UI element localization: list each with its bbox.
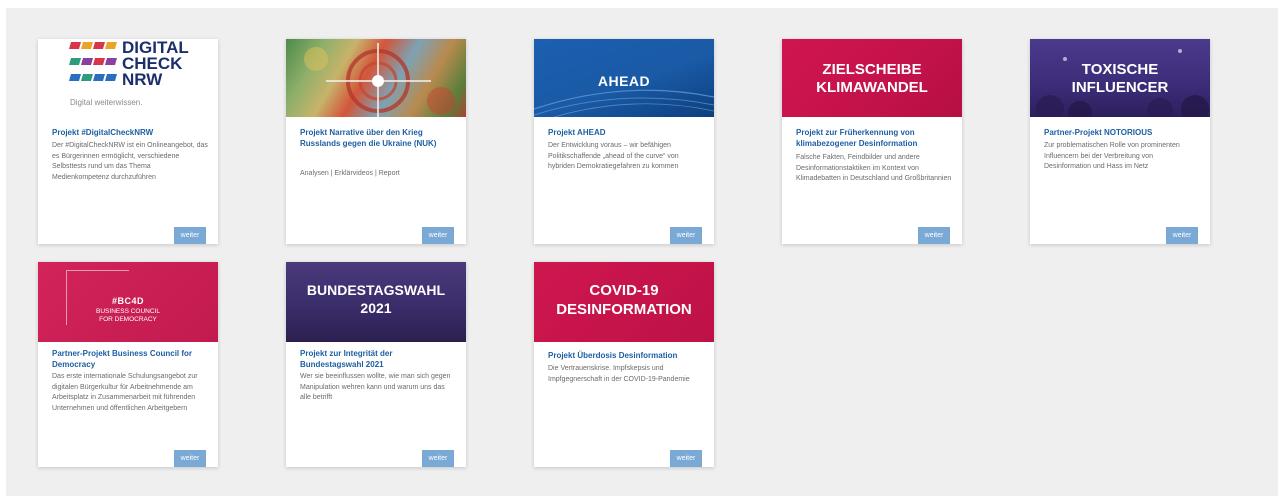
bc4d-logo-text: #BC4D (111, 296, 144, 306)
card-title[interactable]: Projekt Narrative über den Krieg Russlan… (300, 127, 456, 149)
card-image: AHEAD (534, 39, 714, 117)
card-description: Analysen | Erklärvideos | Report (300, 170, 400, 177)
weiter-button[interactable]: weiter (422, 227, 454, 244)
card-description: Das erste internationale Schulungsangebo… (52, 373, 198, 412)
card-title[interactable]: Projekt Überdosis Desinformation (548, 350, 704, 361)
influencer-image-text-2: INFLUENCER (1071, 79, 1169, 96)
bundestagswahl-image-text-2: 2021 (360, 300, 392, 316)
bc4d-subtitle-2: FOR DEMOCRACY (99, 316, 157, 323)
card-image (286, 39, 466, 117)
card-image: ZIELSCHEIBE KLIMAWANDEL (782, 39, 962, 117)
card-image: #BC4D BUSINESS COUNCIL FOR DEMOCRACY (38, 262, 218, 342)
card-covid[interactable]: COVID-19 DESINFORMATION Projekt Überdosi… (534, 262, 714, 467)
card-digitalchecknrw[interactable]: DIGITAL CHECK NRW Digital weiterwissen. … (38, 39, 218, 244)
card-description: Zur problematischen Rolle von prominente… (1044, 142, 1180, 171)
card-image: DIGITAL CHECK NRW Digital weiterwissen. (38, 39, 218, 117)
weiter-button[interactable]: weiter (670, 227, 702, 244)
weiter-button[interactable]: weiter (422, 450, 454, 467)
card-title[interactable]: Projekt #DigitalCheckNRW (52, 127, 208, 138)
card-ahead[interactable]: AHEAD Projekt AHEAD Der Entwicklung vora… (534, 39, 714, 244)
card-title[interactable]: Partner-Projekt Business Council for Dem… (52, 348, 208, 370)
card-title[interactable]: Partner-Projekt NOTORIOUS (1044, 127, 1200, 138)
logo-text-nrw: NRW (122, 70, 163, 89)
weiter-button[interactable]: weiter (670, 450, 702, 467)
covid-image-text-1: COVID-19 (589, 282, 659, 299)
card-bc4d[interactable]: #BC4D BUSINESS COUNCIL FOR DEMOCRACY Par… (38, 262, 218, 467)
card-description: Falsche Fakten, Feindbilder und andere D… (796, 154, 952, 183)
klimawandel-image-text-2: KLIMAWANDEL (816, 79, 928, 96)
card-title[interactable]: Projekt zur Früherkennung von klimabezog… (796, 127, 952, 149)
bc4d-subtitle-1: BUSINESS COUNCIL (96, 308, 160, 315)
project-grid: DIGITAL CHECK NRW Digital weiterwissen. … (6, 8, 1278, 496)
bundestagswahl-image-text-1: BUNDESTAGSWAHL (306, 282, 446, 298)
card-image: COVID-19 DESINFORMATION (534, 262, 714, 342)
card-notorious[interactable]: TOXISCHE INFLUENCER Partner-Projekt NOTO… (1030, 39, 1210, 244)
logo-tagline: Digital weiterwissen. (70, 98, 142, 107)
weiter-button[interactable]: weiter (1166, 227, 1198, 244)
klimawandel-image-text-1: ZIELSCHEIBE (822, 61, 922, 78)
card-image: BUNDESTAGSWAHL 2021 (286, 262, 466, 342)
card-title[interactable]: Projekt AHEAD (548, 127, 704, 138)
weiter-button[interactable]: weiter (174, 450, 206, 467)
digitalcheck-logo: DIGITAL CHECK NRW Digital weiterwissen. (69, 39, 189, 107)
crowd-image (1036, 49, 1209, 117)
weiter-button[interactable]: weiter (174, 227, 206, 244)
target-graffiti-image (304, 43, 455, 117)
card-bundestagswahl[interactable]: BUNDESTAGSWAHL 2021 Projekt zur Integrit… (286, 262, 466, 467)
ahead-image-text: AHEAD (597, 73, 651, 89)
influencer-image-text-1: TOXISCHE (1081, 61, 1159, 78)
card-title[interactable]: Projekt zur Integrität der Bundestagswah… (300, 348, 456, 370)
card-description: Wer sie beeinflussen wollte, wie man sic… (300, 373, 451, 402)
card-description: Der Entwicklung voraus – wir befähigen P… (548, 142, 679, 171)
card-klimawandel[interactable]: ZIELSCHEIBE KLIMAWANDEL Projekt zur Früh… (782, 39, 962, 244)
weiter-button[interactable]: weiter (918, 227, 950, 244)
card-description: Der #DigitalCheckNRW ist ein Onlineangeb… (52, 142, 208, 181)
card-description: Die Vertrauenskrise. Impfskepsis und Imp… (548, 365, 690, 383)
card-nuk[interactable]: Projekt Narrative über den Krieg Russlan… (286, 39, 466, 244)
card-image: TOXISCHE INFLUENCER (1030, 39, 1210, 117)
covid-image-text-2: DESINFORMATION (556, 301, 692, 318)
